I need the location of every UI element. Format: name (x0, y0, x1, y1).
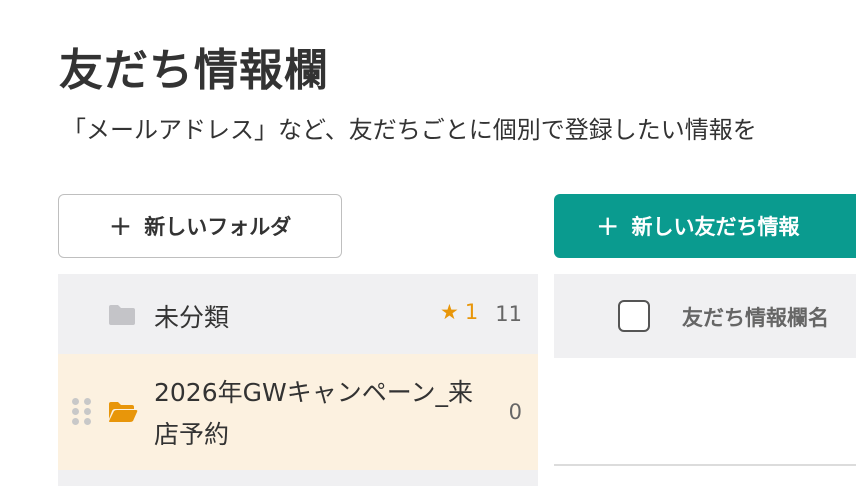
new-friend-info-button[interactable]: + 新しい友だち情報 (554, 194, 856, 258)
starred-count: ★ 1 (440, 300, 478, 324)
starred-count-value: 1 (464, 300, 479, 324)
new-folder-label: 新しいフォルダ (144, 215, 292, 239)
folder-name: 未分類 (154, 303, 230, 332)
page-description: 「メールアドレス」など、友だちごとに個別で登録したい情報を (62, 116, 757, 144)
folder-item-count: 0 (508, 400, 522, 424)
folder-item-partial[interactable] (58, 470, 538, 486)
column-header-name[interactable]: 友だち情報欄名 (682, 302, 829, 332)
plus-icon: + (108, 209, 133, 242)
plus-icon: + (596, 209, 620, 242)
folder-icon (108, 304, 136, 330)
friend-info-table-header: 友だち情報欄名 (554, 274, 856, 358)
folder-open-icon (108, 401, 138, 427)
select-all-checkbox[interactable] (618, 300, 650, 332)
folder-item-gw-campaign[interactable]: 2026年GWキャンペーン_来店予約 0 (58, 354, 538, 470)
folder-name: 2026年GWキャンペーン_来店予約 (154, 378, 473, 449)
drag-handle-icon[interactable] (72, 398, 92, 426)
folder-item-count: 11 (495, 302, 522, 326)
new-folder-button[interactable]: + 新しいフォルダ (58, 194, 342, 258)
star-icon: ★ (440, 300, 459, 324)
table-divider (554, 464, 856, 466)
page-title: 友だち情報欄 (59, 45, 329, 96)
folder-item-uncategorized[interactable]: 未分類 ★ 1 11 (58, 274, 538, 354)
new-friend-info-label: 新しい友だち情報 (631, 215, 800, 239)
